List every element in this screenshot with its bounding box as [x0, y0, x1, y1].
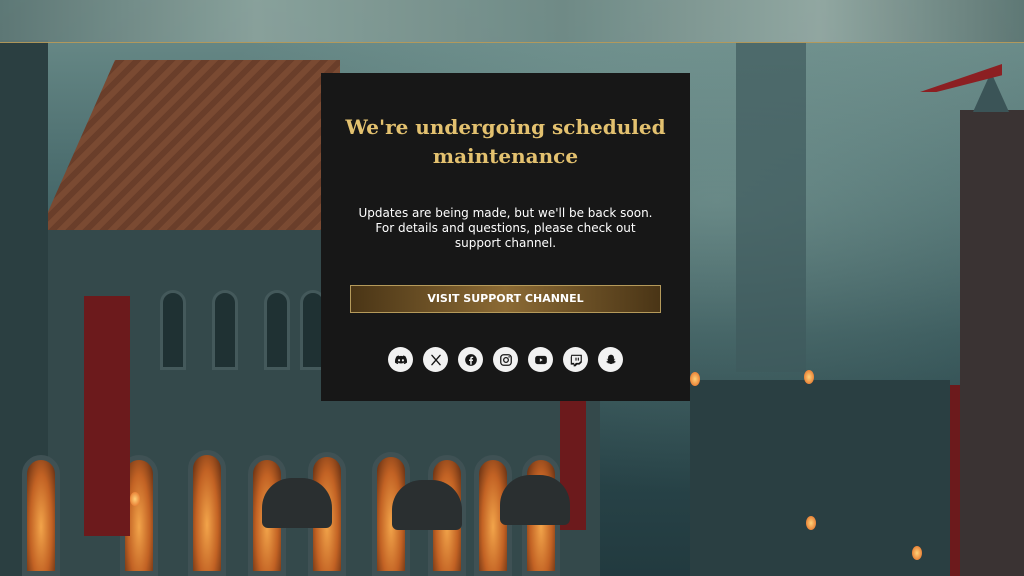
torch-flame: [130, 492, 140, 506]
snapchat-icon[interactable]: [598, 347, 623, 372]
lion-statue: [500, 475, 570, 525]
youtube-icon[interactable]: [528, 347, 553, 372]
distant-tower: [736, 42, 806, 372]
torch-flame: [690, 372, 700, 386]
visit-support-channel-button[interactable]: VISIT SUPPORT CHANNEL: [350, 285, 661, 313]
torch-flame: [912, 546, 922, 560]
maintenance-description: Updates are being made, but we'll be bac…: [358, 206, 653, 250]
maintenance-title: We're undergoing scheduled maintenance: [345, 115, 666, 168]
lit-archway: [188, 450, 226, 576]
top-bar: [0, 0, 1024, 43]
torch-flame: [804, 370, 814, 384]
red-banner: [84, 296, 130, 536]
town-building: [690, 380, 950, 576]
torch-flame: [806, 516, 816, 530]
castle-window: [264, 290, 290, 370]
town-tower: [960, 110, 1024, 576]
castle-window: [160, 290, 186, 370]
castle-window: [212, 290, 238, 370]
facebook-icon[interactable]: [458, 347, 483, 372]
maintenance-panel: We're undergoing scheduled maintenance U…: [321, 73, 690, 401]
discord-icon[interactable]: [388, 347, 413, 372]
social-links: [388, 347, 623, 373]
x-icon[interactable]: [423, 347, 448, 372]
lit-archway: [22, 455, 60, 576]
instagram-icon[interactable]: [493, 347, 518, 372]
twitch-icon[interactable]: [563, 347, 588, 372]
lion-statue: [392, 480, 462, 530]
lion-statue: [262, 478, 332, 528]
